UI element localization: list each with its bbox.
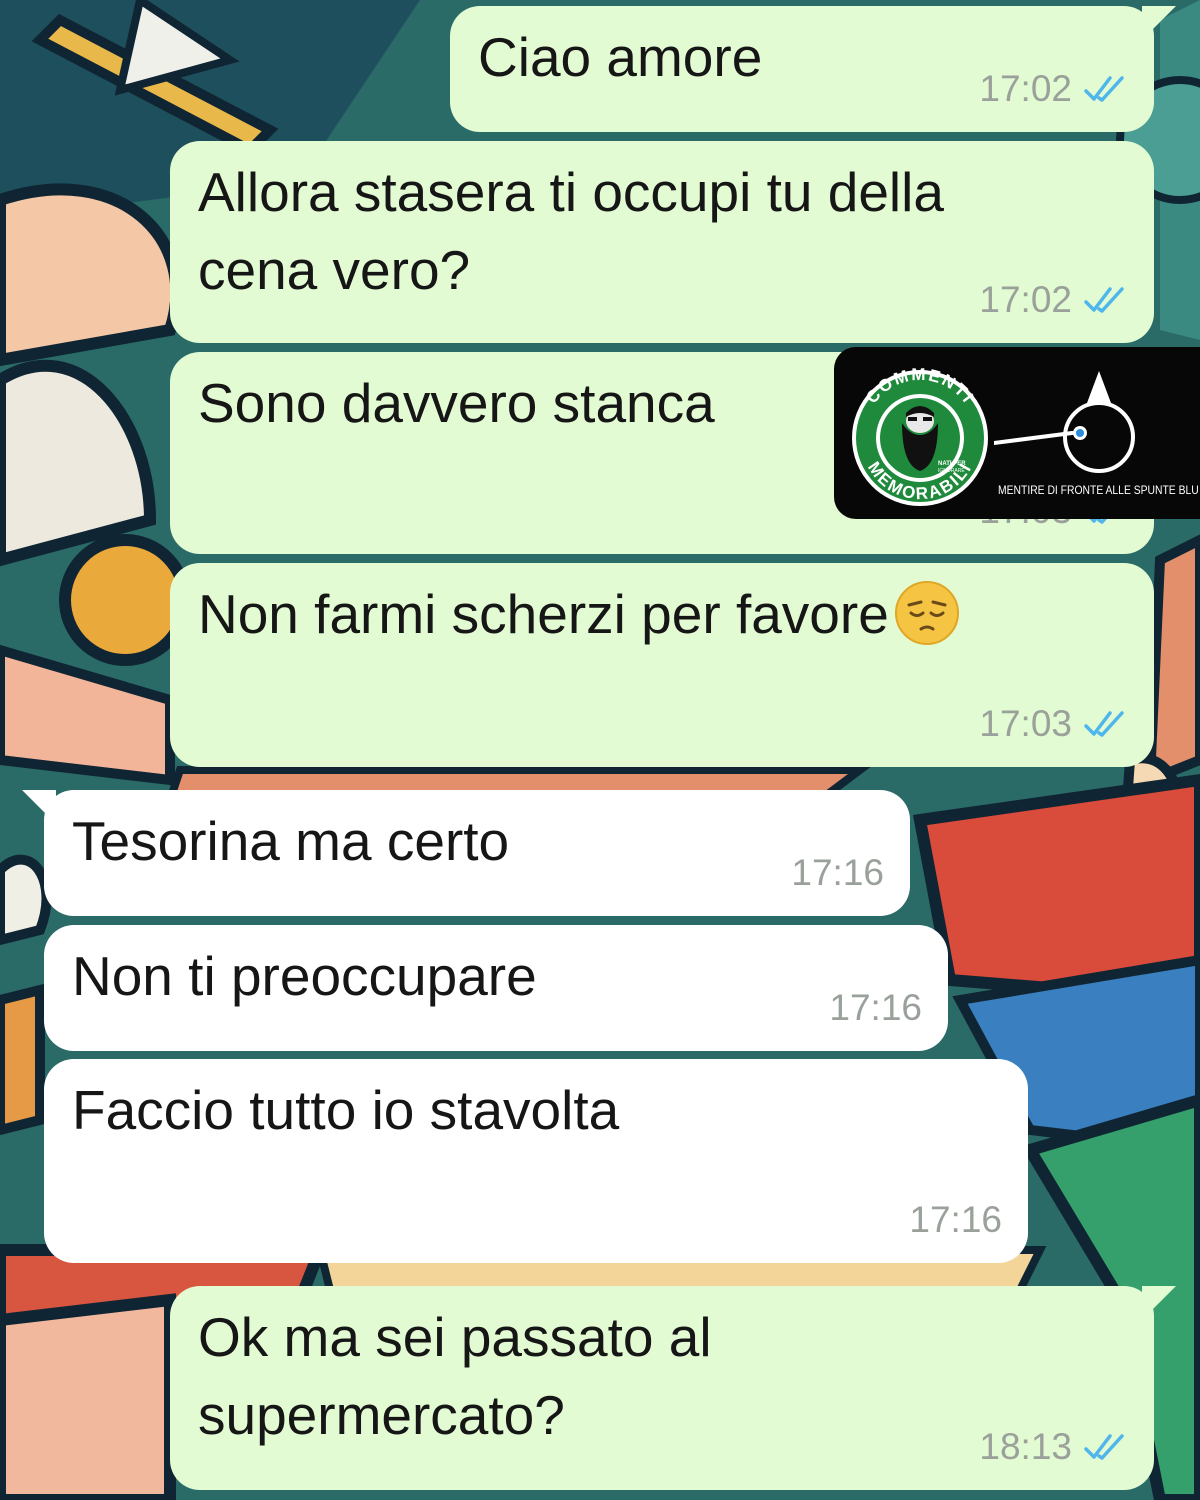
message-bubble-incoming[interactable]: Faccio tutto io stavolta 17:16 [44,1059,1028,1263]
message-time: 18:13 [979,1426,1072,1467]
message-time: 17:16 [829,987,922,1028]
read-ticks-icon [1084,287,1124,313]
bubble-tail [1142,6,1176,40]
commenti-memorabili-logo: COMMENTI MEMORABILI NATI PER IGNORARE [852,365,988,506]
message-bubble-incoming[interactable]: Non ti preoccupare 17:16 [44,925,948,1051]
message-time: 17:02 [979,279,1072,320]
read-ticks-icon [1084,711,1124,737]
message-meta: 17:16 [791,852,884,894]
message-meta: 17:16 [829,987,922,1029]
message-text: Tesorina ma certo [72,810,510,872]
message-bubble-outgoing[interactable]: Non farmi scherzi per favore 17:03 [170,563,1154,767]
message-text: Faccio tutto io stavolta [72,1079,620,1141]
message-text: Non ti preoccupare [72,945,537,1007]
pinocchio-icon [994,371,1135,473]
message-meta: 17:03 [979,703,1128,745]
watermark-caption: MENTIRE DI FRONTE ALLE SPUNTE BLU [998,485,1199,497]
bubble-tail [22,790,56,824]
message-meta: 17:02 [979,279,1128,321]
bubble-tail [1142,1286,1176,1320]
message-meta: 18:13 [979,1426,1128,1468]
read-ticks-icon [1084,76,1124,102]
message-bubble-outgoing[interactable]: Ciao amore 17:02 [450,6,1176,132]
pensive-face-emoji [894,581,959,645]
message-bubble-outgoing[interactable]: Ok ma sei passato al supermercato? 18:13 [170,1286,1176,1490]
message-text-line: Non farmi scherzi per favore [198,575,1126,653]
message-text: Non farmi scherzi per favore [198,583,889,645]
message-time: 17:16 [909,1199,1002,1240]
message-time: 17:02 [979,68,1072,109]
svg-text:NATI PER: NATI PER [938,461,966,467]
message-time: 17:03 [979,703,1072,744]
message-meta: 17:16 [909,1199,1002,1241]
watermark-overlay: COMMENTI MEMORABILI NATI PER IGNORARE ME… [834,347,1200,519]
message-bubble-outgoing[interactable]: Allora stasera ti occupi tu della cena v… [170,141,1154,343]
message-bubble-incoming[interactable]: Tesorina ma certo 17:16 [22,790,910,916]
message-time: 17:16 [791,852,884,893]
svg-text:IGNORARE: IGNORARE [938,468,965,474]
read-ticks-icon [1084,1434,1124,1460]
message-meta: 17:02 [979,68,1128,110]
